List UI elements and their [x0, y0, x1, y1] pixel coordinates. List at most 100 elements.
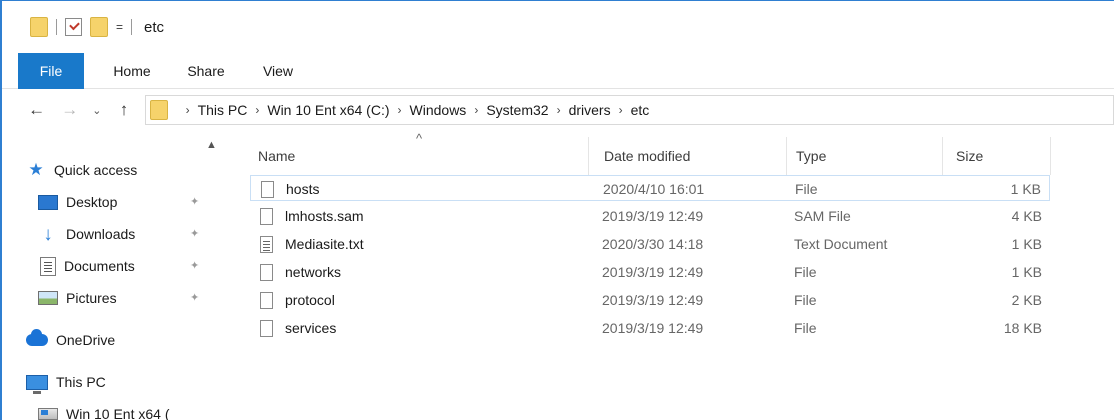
- folder-icon[interactable]: [30, 17, 48, 37]
- file-type: File: [794, 264, 817, 280]
- file-size: 1 KB: [1011, 264, 1042, 280]
- file-type: File: [795, 181, 818, 197]
- file-list: ^ Name Date modified Type Size hosts 202…: [224, 131, 1114, 420]
- onedrive-icon: [26, 329, 48, 346]
- file-date: 2020/3/30 14:18: [602, 236, 704, 252]
- tab-share[interactable]: Share: [176, 53, 236, 89]
- file-row-networks[interactable]: networks 2019/3/19 12:49 File 1 KB: [250, 259, 1050, 285]
- column-header-date-modified[interactable]: Date modified: [604, 141, 690, 171]
- sidebar-item-onedrive[interactable]: OneDrive: [26, 327, 115, 353]
- file-name: hosts: [286, 181, 320, 197]
- customize-toolbar-dropdown[interactable]: =: [116, 21, 123, 33]
- sidebar-item-documents[interactable]: Documents: [38, 253, 135, 279]
- file-date: 2019/3/19 12:49: [602, 208, 704, 224]
- tab-file[interactable]: File: [18, 53, 84, 89]
- breadcrumb-separator[interactable]: ›: [619, 103, 623, 117]
- pin-icon[interactable]: ✦: [190, 291, 199, 304]
- file-icon: [261, 180, 274, 198]
- breadcrumb-etc[interactable]: etc: [631, 102, 650, 118]
- file-date: 2019/3/19 12:49: [602, 320, 704, 336]
- column-header-type[interactable]: Type: [796, 141, 826, 171]
- sidebar-item-label: Downloads: [66, 226, 136, 242]
- file-size: 1 KB: [1011, 236, 1042, 252]
- breadcrumb-separator[interactable]: ›: [398, 103, 402, 117]
- pin-icon[interactable]: ✦: [190, 227, 199, 240]
- sidebar-item-pictures[interactable]: Pictures: [38, 285, 117, 311]
- column-header-name[interactable]: Name: [258, 141, 295, 171]
- new-folder-icon[interactable]: [90, 17, 108, 37]
- column-divider[interactable]: [786, 137, 787, 175]
- breadcrumb-separator[interactable]: ›: [255, 103, 259, 117]
- file-icon: [260, 291, 273, 309]
- tab-home[interactable]: Home: [94, 53, 170, 89]
- forward-button[interactable]: →: [59, 98, 80, 122]
- drive-icon: [38, 408, 58, 420]
- properties-icon[interactable]: [65, 18, 82, 36]
- up-button[interactable]: ↑: [113, 98, 134, 122]
- column-divider[interactable]: [942, 137, 943, 175]
- breadcrumb-separator[interactable]: ›: [557, 103, 561, 117]
- back-button[interactable]: ←: [26, 98, 47, 122]
- file-name: Mediasite.txt: [285, 236, 364, 252]
- file-type: File: [794, 292, 817, 308]
- file-row-hosts[interactable]: hosts 2020/4/10 16:01 File 1 KB: [250, 175, 1050, 201]
- file-name-cell: services: [260, 315, 336, 341]
- documents-icon: [40, 256, 56, 276]
- file-name-cell: protocol: [260, 287, 335, 313]
- breadcrumb-separator[interactable]: ›: [474, 103, 478, 117]
- column-header-size[interactable]: Size: [956, 141, 983, 171]
- sidebar-item-label: Documents: [64, 258, 135, 274]
- desktop-icon: [38, 194, 58, 210]
- pin-icon[interactable]: ✦: [190, 195, 199, 208]
- sidebar-item-label: OneDrive: [56, 332, 116, 348]
- breadcrumb-this-pc[interactable]: This PC: [198, 102, 248, 118]
- file-date: 2020/4/10 16:01: [603, 181, 705, 197]
- recent-locations-button[interactable]: ⌄: [86, 98, 107, 122]
- file-name: networks: [285, 264, 342, 280]
- column-divider[interactable]: [588, 137, 589, 175]
- file-icon: [260, 263, 273, 281]
- file-row-mediasite[interactable]: Mediasite.txt 2020/3/30 14:18 Text Docum…: [250, 231, 1050, 257]
- sidebar-item-quick-access[interactable]: ★ Quick access: [26, 157, 137, 183]
- toolbar-separator: [131, 19, 133, 35]
- breadcrumb-system32[interactable]: System32: [486, 102, 548, 118]
- file-name-cell: networks: [260, 259, 341, 285]
- this-pc-icon: [26, 374, 48, 394]
- text-file-icon: [260, 235, 273, 253]
- sidebar-item-label: Pictures: [66, 290, 117, 306]
- downloads-icon: ↓: [43, 223, 53, 245]
- navigation-bar: ← → ⌄ ↑ › This PC › Win 10 Ent x64 (C:) …: [2, 89, 1114, 131]
- file-name: lmhosts.sam: [285, 208, 364, 224]
- nav-scroll-up-button[interactable]: ▲: [206, 139, 217, 151]
- navigation-pane: ▲ ★ Quick access Desktop ✦ ↓ Downloads ✦…: [2, 131, 224, 420]
- sidebar-item-label: Win 10 Ent x64 (: [66, 406, 170, 420]
- sidebar-item-drive-c[interactable]: Win 10 Ent x64 (: [38, 401, 170, 420]
- toolbar-separator: [56, 19, 57, 35]
- breadcrumb-drive[interactable]: Win 10 Ent x64 (C:): [267, 102, 389, 118]
- sidebar-item-this-pc[interactable]: This PC: [26, 369, 106, 395]
- file-row-protocol[interactable]: protocol 2019/3/19 12:49 File 2 KB: [250, 287, 1050, 313]
- sidebar-item-label: This PC: [56, 374, 106, 390]
- file-size: 2 KB: [1011, 292, 1042, 308]
- file-row-lmhosts[interactable]: lmhosts.sam 2019/3/19 12:49 SAM File 4 K…: [250, 203, 1050, 229]
- file-row-services[interactable]: services 2019/3/19 12:49 File 18 KB: [250, 315, 1050, 341]
- sidebar-item-desktop[interactable]: Desktop: [38, 189, 117, 215]
- ribbon-tabs: File Home Share View: [2, 53, 1114, 89]
- file-date: 2019/3/19 12:49: [602, 292, 704, 308]
- file-size: 18 KB: [1003, 320, 1042, 336]
- column-divider[interactable]: [1050, 137, 1051, 175]
- file-name-cell: Mediasite.txt: [260, 231, 364, 257]
- file-size: 4 KB: [1011, 208, 1042, 224]
- tab-view[interactable]: View: [248, 53, 308, 89]
- sort-ascending-icon: ^: [416, 131, 423, 146]
- file-size: 1 KB: [1010, 181, 1041, 197]
- file-icon: [260, 207, 273, 225]
- file-icon: [260, 319, 273, 337]
- breadcrumb-drivers[interactable]: drivers: [569, 102, 611, 118]
- breadcrumb-windows[interactable]: Windows: [410, 102, 467, 118]
- pin-icon[interactable]: ✦: [190, 259, 199, 272]
- sidebar-item-downloads[interactable]: ↓ Downloads: [38, 221, 135, 247]
- address-bar[interactable]: › This PC › Win 10 Ent x64 (C:) › Window…: [144, 95, 1114, 125]
- star-icon: ★: [28, 160, 44, 179]
- breadcrumb-separator[interactable]: ›: [186, 103, 190, 117]
